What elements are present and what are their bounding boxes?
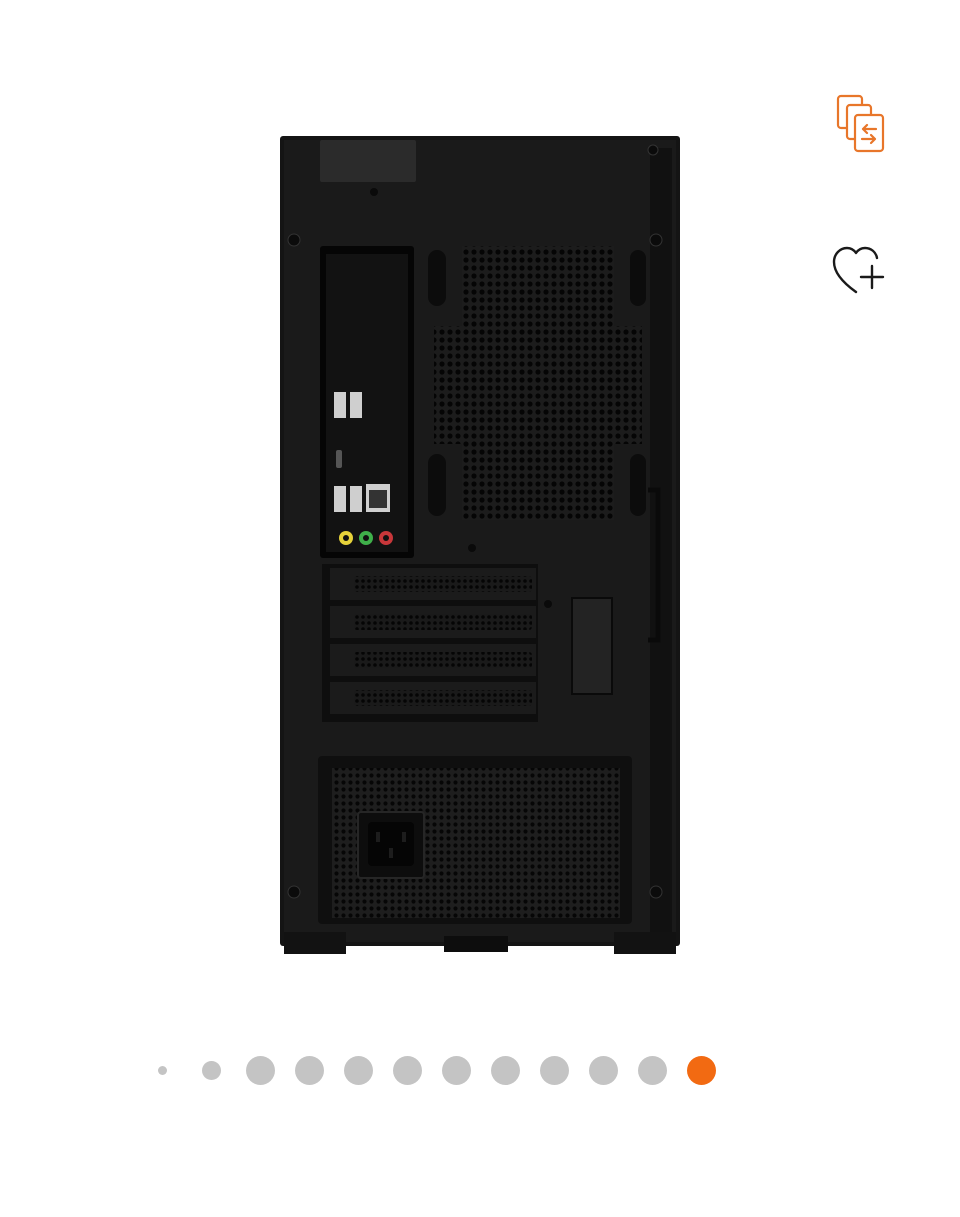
heart-plus-icon [832, 246, 885, 294]
pagination-dot-active[interactable] [687, 1056, 716, 1085]
pagination-dot[interactable] [540, 1056, 569, 1085]
compare-button[interactable] [832, 92, 892, 156]
pagination-dot[interactable] [393, 1056, 422, 1085]
pagination-dot[interactable] [295, 1056, 324, 1085]
image-pagination [0, 1050, 960, 1090]
pagination-dot[interactable] [158, 1066, 167, 1075]
add-to-wishlist-button[interactable] [830, 238, 890, 302]
pagination-dot[interactable] [442, 1056, 471, 1085]
pagination-dot[interactable] [344, 1056, 373, 1085]
pagination-dot[interactable] [202, 1061, 221, 1080]
pagination-dot[interactable] [491, 1056, 520, 1085]
pagination-dot[interactable] [246, 1056, 275, 1085]
pagination-dot[interactable] [638, 1056, 667, 1085]
compare-icon [836, 94, 885, 153]
pagination-dot[interactable] [589, 1056, 618, 1085]
product-image[interactable] [270, 128, 690, 964]
product-image-gallery [0, 0, 960, 1217]
